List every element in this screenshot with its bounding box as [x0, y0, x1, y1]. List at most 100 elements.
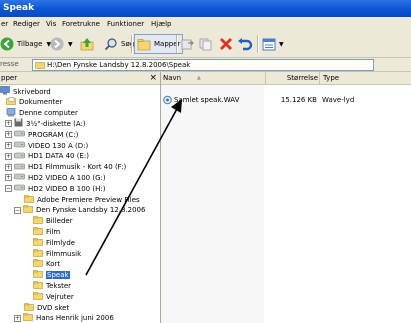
menu-tools[interactable]: Funktioner [107, 17, 144, 31]
folder-icon [24, 194, 34, 205]
window-title: Speak [3, 3, 35, 13]
wave-audio-file-icon [163, 95, 172, 105]
tree-item-label: Filmmusik [46, 249, 82, 258]
search-button[interactable]: Søg [104, 34, 134, 54]
column-header-name[interactable]: Navn [163, 72, 181, 84]
documents-icon [6, 97, 16, 107]
menu-help[interactable]: Hjælp [151, 17, 171, 31]
desktop-icon [0, 86, 10, 97]
folder-icon [23, 205, 33, 215]
folders-pane: pper × Skrivebord Dokumenter Denne compute… [0, 72, 161, 323]
folder-icon [33, 216, 43, 226]
tree-item-label: Kort [46, 260, 61, 269]
tree-item[interactable]: Kort [33, 259, 60, 270]
up-folder-button[interactable] [80, 34, 95, 54]
close-icon[interactable]: × [149, 73, 157, 83]
tree-item[interactable]: Speak [33, 270, 70, 281]
delete-icon [220, 38, 232, 50]
file-name: Samlet speak.WAV [174, 96, 240, 104]
expand-icon[interactable]: + [5, 131, 12, 139]
file-list-pane: Navn ▲ Størrelse Type Samlet speak.WAV 1… [161, 72, 411, 323]
tree-item[interactable]: + HD1 DATA 40 (E:) [5, 151, 89, 162]
menu-edit[interactable]: Rediger [13, 17, 40, 31]
tree-item[interactable]: Tekster [33, 280, 71, 291]
column-headers: Navn ▲ Størrelse Type [161, 72, 411, 85]
forward-dropdown-icon[interactable]: ▼ [68, 41, 73, 48]
tree-item[interactable]: + VIDEO 130 A (D:) [5, 140, 88, 151]
search-icon [104, 38, 117, 51]
tree-item-label: Skrivebord [13, 87, 51, 96]
sorted-column-shade [161, 85, 264, 323]
back-button[interactable]: Tilbage ▼ [0, 34, 51, 54]
tree-item[interactable]: + HD2 VIDEO A 100 (G:) [5, 172, 106, 183]
tree-item[interactable]: Dokumenter [6, 97, 62, 108]
move-to-icon [181, 39, 194, 50]
tree-item[interactable]: Filmmusik [33, 248, 81, 259]
up-folder-icon [80, 38, 94, 51]
tree-item-label: PROGRAM (C:) [28, 130, 79, 139]
tree-item[interactable]: + PROGRAM (C:) [5, 129, 78, 140]
tree-item[interactable]: − HD2 VIDEO B 100 (H:) [5, 183, 105, 194]
folder-icon [33, 281, 43, 291]
drive-icon [14, 152, 25, 161]
undo-button[interactable] [237, 34, 253, 54]
menu-favorites[interactable]: Foretrukne [62, 17, 100, 31]
tree-item-label: Dokumenter [19, 98, 63, 107]
tree-item[interactable]: Skrivebord [0, 86, 51, 97]
address-bar: resse H:\Den Fynske Landsby 12.8.2006\Sp… [0, 58, 411, 72]
undo-icon [238, 38, 253, 51]
move-to-button[interactable] [181, 34, 195, 54]
file-size: 15.126 KB [280, 96, 317, 104]
expand-icon[interactable]: + [5, 120, 12, 128]
folders-icon [137, 38, 151, 50]
folder-icon [35, 62, 45, 69]
computer-icon [6, 107, 16, 119]
expand-icon[interactable]: + [5, 163, 12, 171]
delete-button[interactable] [219, 34, 233, 54]
tree-item-label: Adobe Premiere Preview Files [37, 195, 140, 204]
file-row[interactable]: Samlet speak.WAV 15.126 KB Wave-lyd [161, 95, 411, 106]
tree-item[interactable]: − Den Fynske Landsby 12.8.2006 [14, 205, 145, 216]
toolbar-separator [176, 35, 178, 53]
tree-item[interactable]: Filmlyde [33, 237, 75, 248]
folder-icon [24, 302, 34, 313]
tree-item[interactable]: Vejruter [33, 291, 74, 302]
expand-icon[interactable]: + [5, 174, 12, 182]
expand-icon[interactable]: + [5, 152, 12, 160]
address-path: H:\Den Fynske Landsby 12.8.2006\Speak [47, 61, 191, 69]
drive-icon [14, 173, 25, 182]
collapse-icon[interactable]: − [14, 206, 21, 214]
menu-view[interactable]: Vis [46, 17, 56, 31]
address-input[interactable]: H:\Den Fynske Landsby 12.8.2006\Speak [32, 59, 374, 71]
tree-item[interactable]: + Hans Henrik juni 2006 [14, 313, 114, 323]
expand-icon[interactable]: + [14, 314, 21, 322]
tree-item[interactable]: Film [33, 226, 60, 237]
expand-icon[interactable]: + [5, 142, 12, 149]
tree-item[interactable]: Billeder [33, 216, 73, 227]
tree-item-label: Den Fynske Landsby 12.8.2006 [36, 206, 146, 215]
tree-item-label: VIDEO 130 A (D:) [28, 141, 89, 150]
tree-item-label: HD2 VIDEO A 100 (G:) [28, 173, 106, 182]
tree-item[interactable]: Denne computer [6, 107, 78, 119]
tree-item[interactable]: DVD sket [24, 302, 69, 313]
tree-item[interactable]: Adobe Premiere Preview Files [24, 194, 140, 205]
forward-button[interactable]: ▼ [50, 34, 73, 54]
folder-icon [33, 291, 43, 302]
collapse-icon[interactable]: − [5, 185, 12, 193]
tree-item-label: HD1 Filmmusik - Kort 40 (F:) [28, 163, 127, 172]
copy-to-button[interactable] [199, 34, 213, 54]
drive-icon [14, 141, 25, 150]
views-icon [262, 38, 276, 50]
menu-bar: er Rediger Vis Foretrukne Funktioner Hjæ… [0, 17, 411, 32]
tree-item[interactable]: + HD1 Filmmusik - Kort 40 (F:) [5, 162, 126, 173]
column-header-type[interactable]: Type [319, 72, 339, 84]
tree-item-label: HD1 DATA 40 (E:) [28, 152, 89, 161]
tree-item-label: Billeder [46, 217, 73, 226]
back-arrow-icon [0, 37, 14, 51]
views-dropdown-icon[interactable]: ▼ [279, 41, 284, 48]
menu-file[interactable]: er [1, 17, 8, 31]
column-header-size[interactable]: Størrelse [265, 72, 318, 84]
tree-item[interactable]: +3½"-diskette (A:) [5, 118, 86, 129]
folder-icon [33, 248, 43, 259]
views-button[interactable]: ▼ [262, 34, 284, 54]
